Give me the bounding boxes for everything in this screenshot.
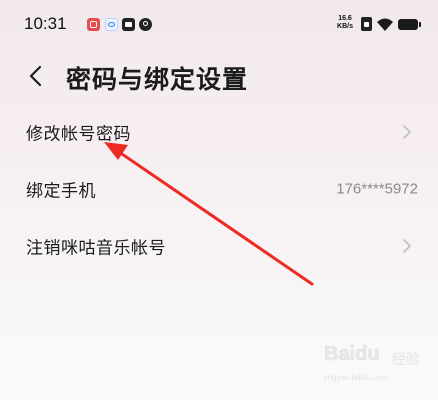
sim-card-icon [361, 17, 372, 31]
change-password-row[interactable]: 修改帐号密码 [0, 103, 438, 160]
app-notification-dark-icon [139, 18, 152, 31]
bound-phone-number: 176****5972 [336, 180, 418, 197]
message-icon [122, 18, 135, 31]
network-speed-value: 16.6 [338, 15, 352, 22]
chevron-right-icon [403, 124, 411, 139]
page-header: 密码与绑定设置 [0, 52, 438, 102]
settings-list: 修改帐号密码 绑定手机 176****5972 注销咪咕音乐帐号 [0, 103, 438, 274]
watermark-sub-text: 经验 [392, 352, 420, 368]
app-notification-blue-icon [105, 18, 118, 31]
cancel-account-row[interactable]: 注销咪咕音乐帐号 [0, 217, 438, 274]
baidu-jingyan-watermark: Baidu 经验 jingyan.baidu.com [318, 343, 430, 391]
bind-phone-label: 绑定手机 [26, 181, 96, 201]
status-time: 10:31 [24, 14, 67, 33]
wifi-icon [377, 18, 393, 31]
chevron-left-icon[interactable] [26, 64, 46, 88]
battery-icon [398, 19, 421, 30]
watermark-logo-text: Baidu [324, 343, 380, 366]
bind-phone-row[interactable]: 绑定手机 176****5972 [0, 160, 438, 217]
page-title: 密码与绑定设置 [66, 65, 249, 94]
watermark-url: jingyan.baidu.com [324, 373, 389, 382]
status-bar: 10:31 16.6 KB/s [0, 0, 438, 52]
change-password-label: 修改帐号密码 [26, 124, 131, 144]
network-speed-unit: KB/s [337, 23, 353, 30]
network-speed: 16.6 KB/s [333, 15, 357, 31]
app-notification-red-icon [87, 18, 100, 31]
chevron-right-icon [403, 238, 411, 253]
cancel-account-label: 注销咪咕音乐帐号 [26, 238, 166, 258]
